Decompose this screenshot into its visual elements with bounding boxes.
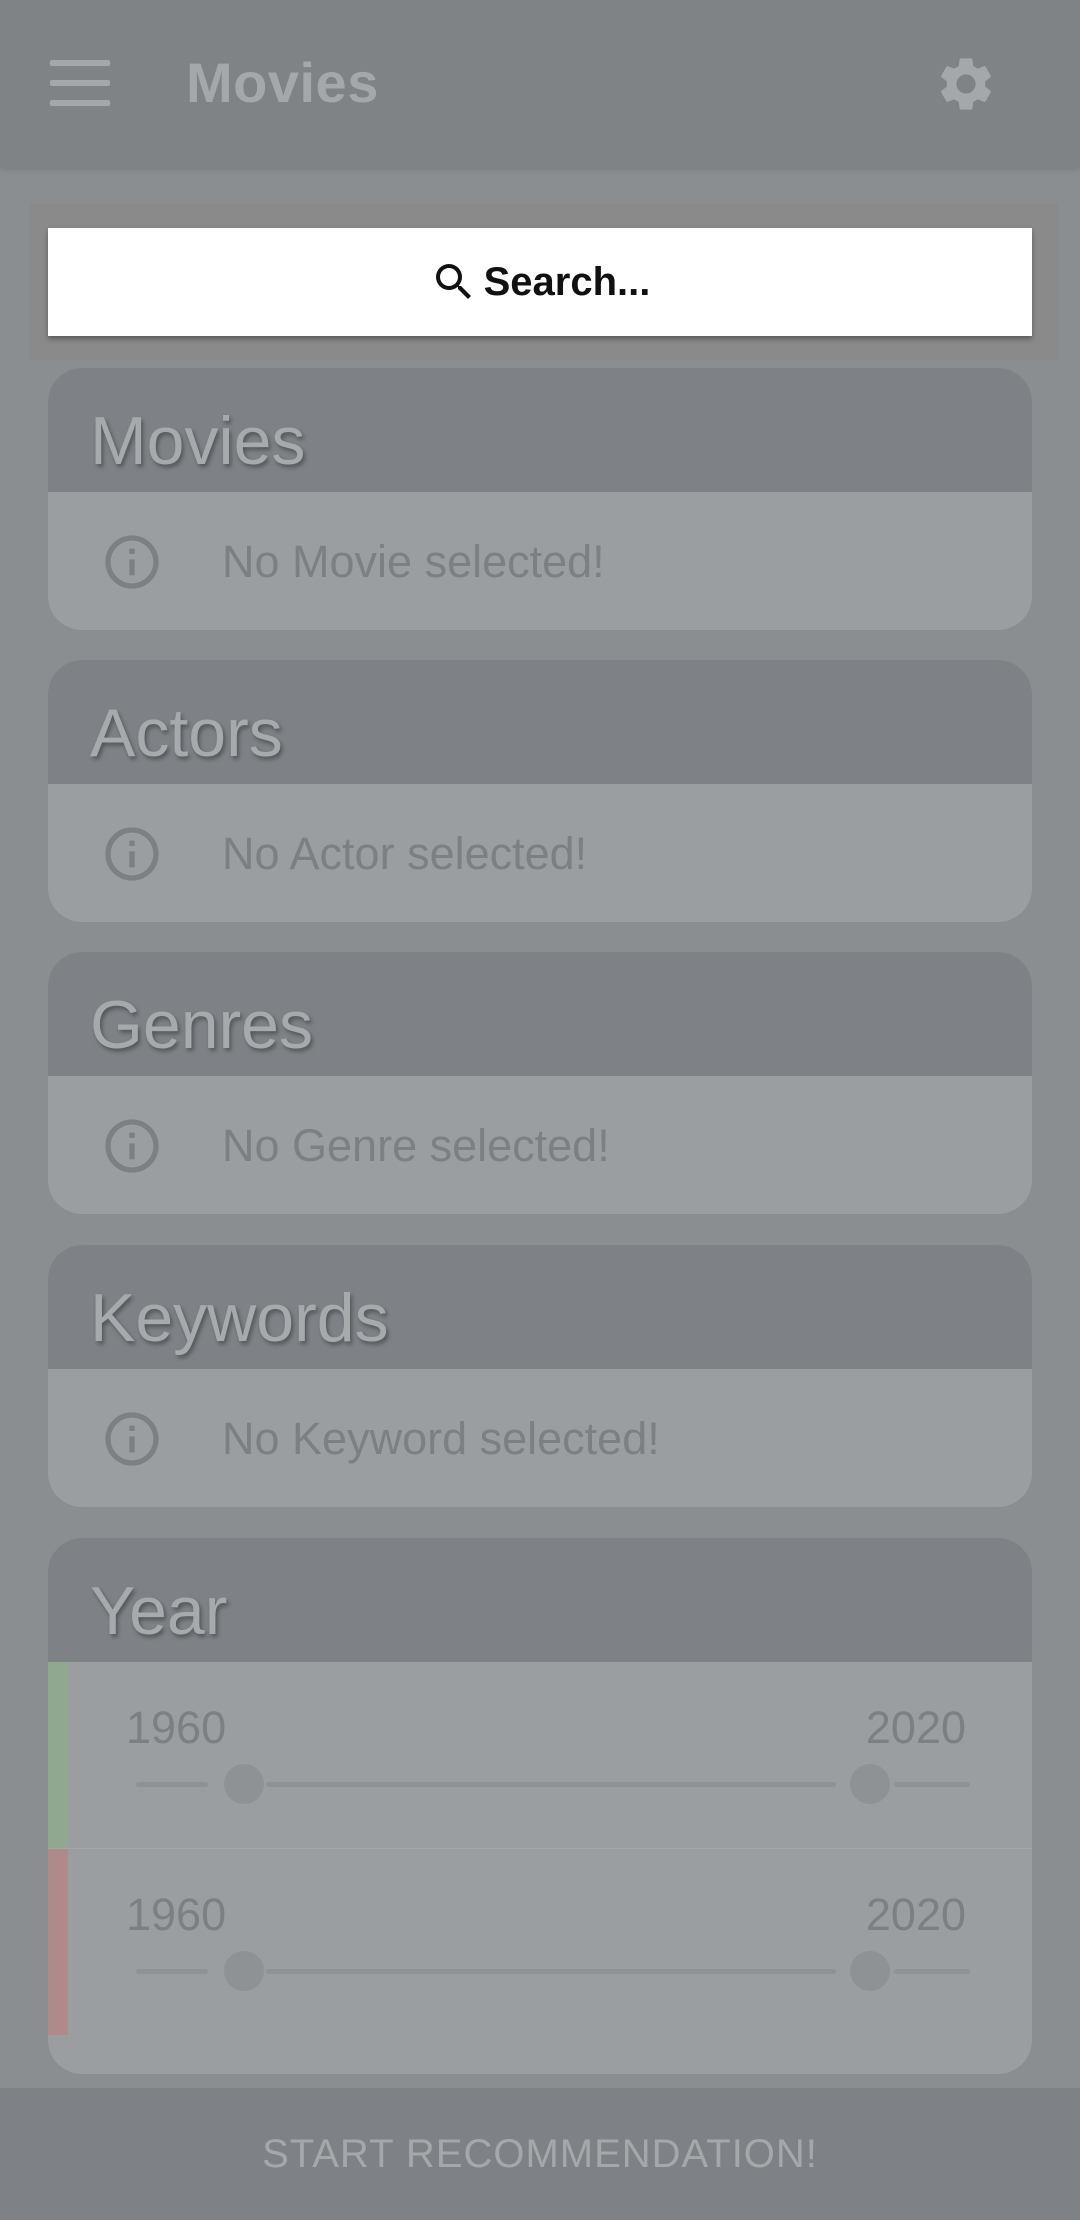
- year-card: Year 1960 2020 1960 2020: [48, 1538, 1032, 2074]
- year-body: 1960 2020 1960 2020: [48, 1662, 1032, 2074]
- range-min-label: 1960: [126, 1702, 227, 1753]
- keywords-card: Keywords No Keyword selected!: [48, 1245, 1032, 1507]
- range-min-label: 1960: [126, 1889, 227, 1940]
- slider-max-thumb[interactable]: [849, 1951, 890, 1991]
- empty-state-text: No Genre selected!: [222, 1120, 610, 1171]
- year-range-slider[interactable]: [136, 1764, 970, 1804]
- card-body: No Movie selected!: [48, 492, 1032, 630]
- year-range-slider[interactable]: [136, 1951, 970, 1991]
- empty-state-text: No Movie selected!: [222, 536, 605, 587]
- info-icon: [105, 1412, 159, 1466]
- card-body: No Actor selected!: [48, 784, 1032, 922]
- card-header: Keywords: [48, 1245, 1032, 1369]
- start-recommendation-label: START RECOMMENDATION!: [262, 2131, 818, 2176]
- search-input[interactable]: Search...: [48, 228, 1032, 336]
- empty-state-text: No Actor selected!: [222, 828, 588, 879]
- info-icon: [105, 535, 159, 589]
- card-title: Keywords: [90, 1280, 389, 1356]
- card-title: Year: [90, 1573, 228, 1649]
- menu-icon[interactable]: [50, 60, 110, 106]
- card-body: No Genre selected!: [48, 1076, 1032, 1214]
- include-indicator: [48, 1662, 68, 1848]
- info-icon: [105, 1119, 159, 1173]
- card-header: Year: [48, 1538, 1032, 1662]
- slider-min-thumb[interactable]: [224, 1951, 265, 1991]
- range-max-label: 2020: [865, 1889, 966, 1940]
- exclude-indicator: [48, 1849, 68, 2035]
- gear-icon[interactable]: [934, 52, 998, 116]
- slider-min-thumb[interactable]: [224, 1764, 265, 1804]
- card-header: Movies: [48, 368, 1032, 492]
- card-title: Actors: [90, 695, 283, 771]
- year-exclude-range: 1960 2020: [48, 1848, 1032, 2035]
- info-icon: [105, 827, 159, 881]
- actors-card: Actors No Actor selected!: [48, 660, 1032, 922]
- search-placeholder: Search...: [483, 259, 651, 304]
- slider-max-thumb[interactable]: [849, 1764, 890, 1804]
- genres-card: Genres No Genre selected!: [48, 952, 1032, 1214]
- app-title: Movies: [186, 51, 379, 114]
- app-bar: Movies: [0, 0, 1080, 168]
- movies-card: Movies No Movie selected!: [48, 368, 1032, 630]
- year-include-range: 1960 2020: [48, 1662, 1032, 1848]
- card-header: Actors: [48, 660, 1032, 784]
- search-icon: [435, 264, 471, 299]
- card-title: Movies: [90, 403, 306, 479]
- card-header: Genres: [48, 952, 1032, 1076]
- card-body: No Keyword selected!: [48, 1369, 1032, 1507]
- empty-state-text: No Keyword selected!: [222, 1413, 660, 1464]
- range-max-label: 2020: [865, 1702, 966, 1753]
- card-title: Genres: [90, 987, 313, 1063]
- start-recommendation-button[interactable]: START RECOMMENDATION!: [0, 2088, 1080, 2220]
